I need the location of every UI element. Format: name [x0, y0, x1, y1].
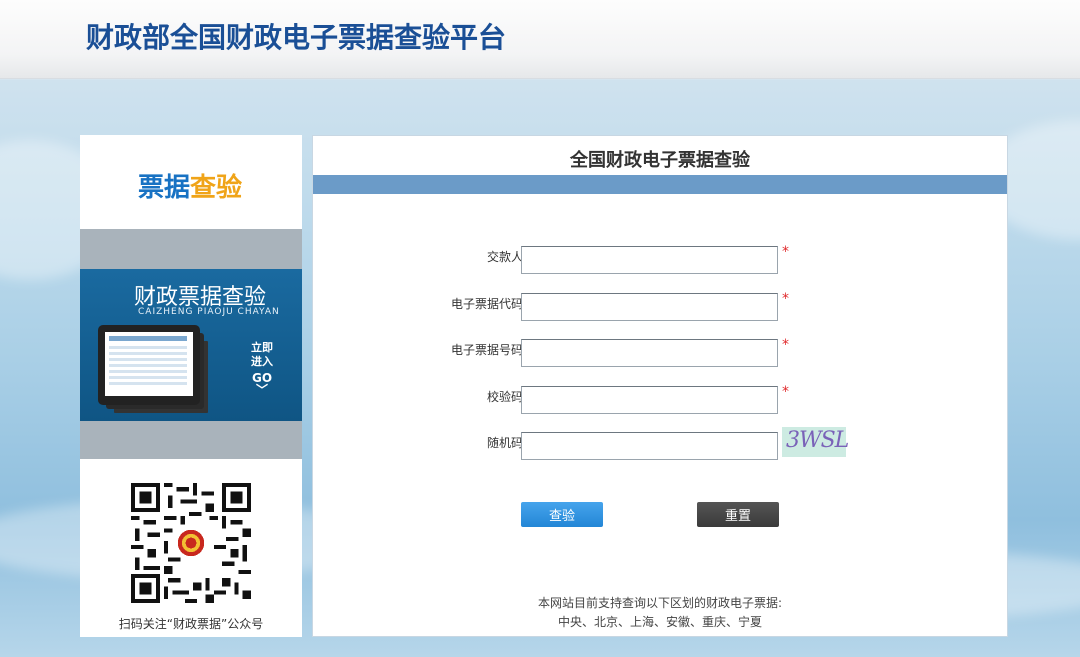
tablet-image	[98, 325, 200, 405]
promo-banner[interactable]: 财政票据查验 CAIZHENG PIAOJU CHAYAN 立即 进入 GO ﹀	[80, 269, 302, 421]
query-panel: 全国财政电子票据查验 交款人: * 电子票据代码: * 电子票据号码: * 校验…	[312, 135, 1008, 637]
payer-input[interactable]	[521, 246, 778, 274]
left-sidebar: 票据查验 财政票据查验 CAIZHENG PIAOJU CHAYAN 立即 进入…	[80, 135, 302, 637]
gray-band-top	[80, 229, 302, 269]
panel-title-bar	[313, 175, 1007, 194]
site-header: 财政部全国财政电子票据查验平台	[0, 0, 1080, 79]
form-row-invoice-code: 电子票据代码: *	[313, 291, 1007, 323]
form-row-invoice-number: 电子票据号码: *	[313, 337, 1007, 369]
site-title: 财政部全国财政电子票据查验平台	[86, 21, 507, 54]
qr-code-icon	[131, 483, 251, 603]
form-row-captcha: 随机码: 3WSL	[313, 427, 1007, 462]
invoice-number-label: 电子票据号码:	[450, 343, 527, 357]
panel-title: 全国财政电子票据查验	[570, 150, 750, 171]
captcha-image[interactable]: 3WSL	[782, 427, 849, 457]
reset-button[interactable]: 重置	[697, 502, 779, 527]
required-mark: *	[782, 244, 789, 260]
chevron-down-icon: ﹀	[255, 383, 268, 397]
invoice-number-input[interactable]	[521, 339, 778, 367]
form-row-payer: 交款人: *	[313, 244, 1007, 276]
promo-subtitle: CAIZHENG PIAOJU CHAYAN	[138, 307, 280, 317]
tablet-screen	[105, 332, 193, 396]
logo-part1: 票据	[138, 173, 191, 203]
logo-box: 票据查验	[80, 135, 302, 229]
required-mark: *	[782, 291, 789, 307]
captcha-input[interactable]	[521, 432, 778, 460]
check-button[interactable]: 查验	[521, 502, 603, 527]
qr-box: 扫码关注“财政票据”公众号	[80, 459, 302, 637]
required-mark: *	[782, 384, 789, 400]
supported-regions-notice: 本网站目前支持查询以下区划的财政电子票据: 中央、北京、上海、安徽、重庆、宁夏	[313, 594, 1007, 632]
enter-line1: 立即	[251, 341, 273, 354]
enter-line2: 进入	[251, 355, 273, 368]
notice-line2: 中央、北京、上海、安徽、重庆、宁夏	[557, 615, 762, 629]
invoice-code-input[interactable]	[521, 293, 778, 321]
captcha-text: 3WSL	[786, 428, 849, 453]
check-code-input[interactable]	[521, 386, 778, 414]
sidebar-logo: 票据查验	[138, 167, 242, 204]
enter-now-button[interactable]: 立即 进入 GO ﹀	[246, 341, 278, 397]
qr-caption: 扫码关注“财政票据”公众号	[118, 617, 264, 631]
required-mark: *	[782, 337, 789, 353]
form-row-check-code: 校验码: *	[313, 384, 1007, 416]
notice-line1: 本网站目前支持查询以下区划的财政电子票据:	[537, 596, 783, 610]
logo-part2: 查验	[190, 173, 243, 203]
invoice-code-label: 电子票据代码:	[450, 297, 527, 311]
gray-band-bottom	[80, 421, 302, 459]
